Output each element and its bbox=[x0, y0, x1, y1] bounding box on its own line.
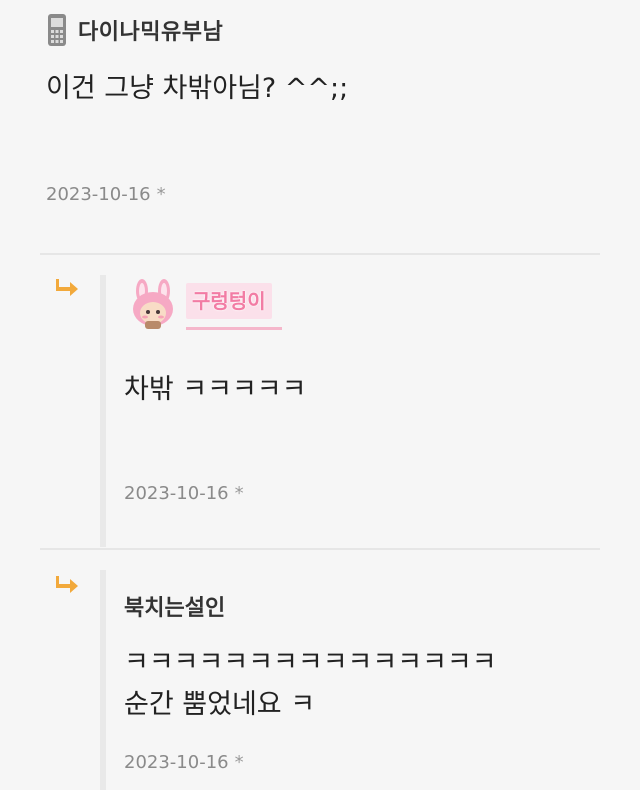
reply-indent-bar bbox=[100, 570, 106, 790]
reply-arrow-icon bbox=[56, 576, 78, 593]
reply-nickname-underline bbox=[186, 327, 282, 330]
comment-text: 이건 그냥 차밖아님? ^^;; bbox=[46, 73, 349, 104]
reply-date: 2023-10-16 * bbox=[124, 483, 244, 504]
reply-author-name[interactable]: 북치는설인 bbox=[124, 590, 225, 622]
reply-date-value: 2023-10-16 bbox=[124, 483, 229, 504]
reply-date-value: 2023-10-16 bbox=[124, 752, 229, 773]
comment-main: 다이나믹유부남 이건 그냥 차밖아님? ^^;; 2023-10-16 * bbox=[0, 0, 640, 255]
reply-nickname-badge[interactable]: 구렁텅이 bbox=[186, 283, 272, 319]
comment-date-mark: * bbox=[156, 184, 166, 205]
reply-text: 차밖 ㅋㅋㅋㅋㅋ bbox=[124, 374, 307, 405]
comment-date: 2023-10-16 * bbox=[46, 184, 166, 205]
reply-item: 북치는설인 ㅋㅋㅋㅋㅋㅋㅋㅋㅋㅋㅋㅋㅋㅋㅋ 순간 뿜었네요 ㅋ 2023-10-… bbox=[0, 550, 640, 790]
comment-date-value: 2023-10-16 bbox=[46, 184, 151, 205]
comment-author-name[interactable]: 다이나믹유부남 bbox=[78, 14, 223, 46]
reply-date-mark: * bbox=[234, 752, 244, 773]
reply-indent-bar bbox=[100, 275, 106, 547]
reply-date-mark: * bbox=[234, 483, 244, 504]
reply-text-line2: 순간 뿜었네요 ㅋ bbox=[124, 689, 316, 720]
comment-author-row: 다이나믹유부남 bbox=[46, 12, 223, 48]
reply-text-line1: ㅋㅋㅋㅋㅋㅋㅋㅋㅋㅋㅋㅋㅋㅋㅋ bbox=[124, 647, 497, 678]
pink-bunny-avatar-icon[interactable] bbox=[124, 277, 182, 329]
reply-date: 2023-10-16 * bbox=[124, 752, 244, 773]
phone-icon bbox=[48, 14, 66, 46]
reply-item: 구렁텅이 차밖 ㅋㅋㅋㅋㅋ 2023-10-16 * bbox=[0, 255, 640, 547]
reply-arrow-icon bbox=[56, 279, 78, 296]
